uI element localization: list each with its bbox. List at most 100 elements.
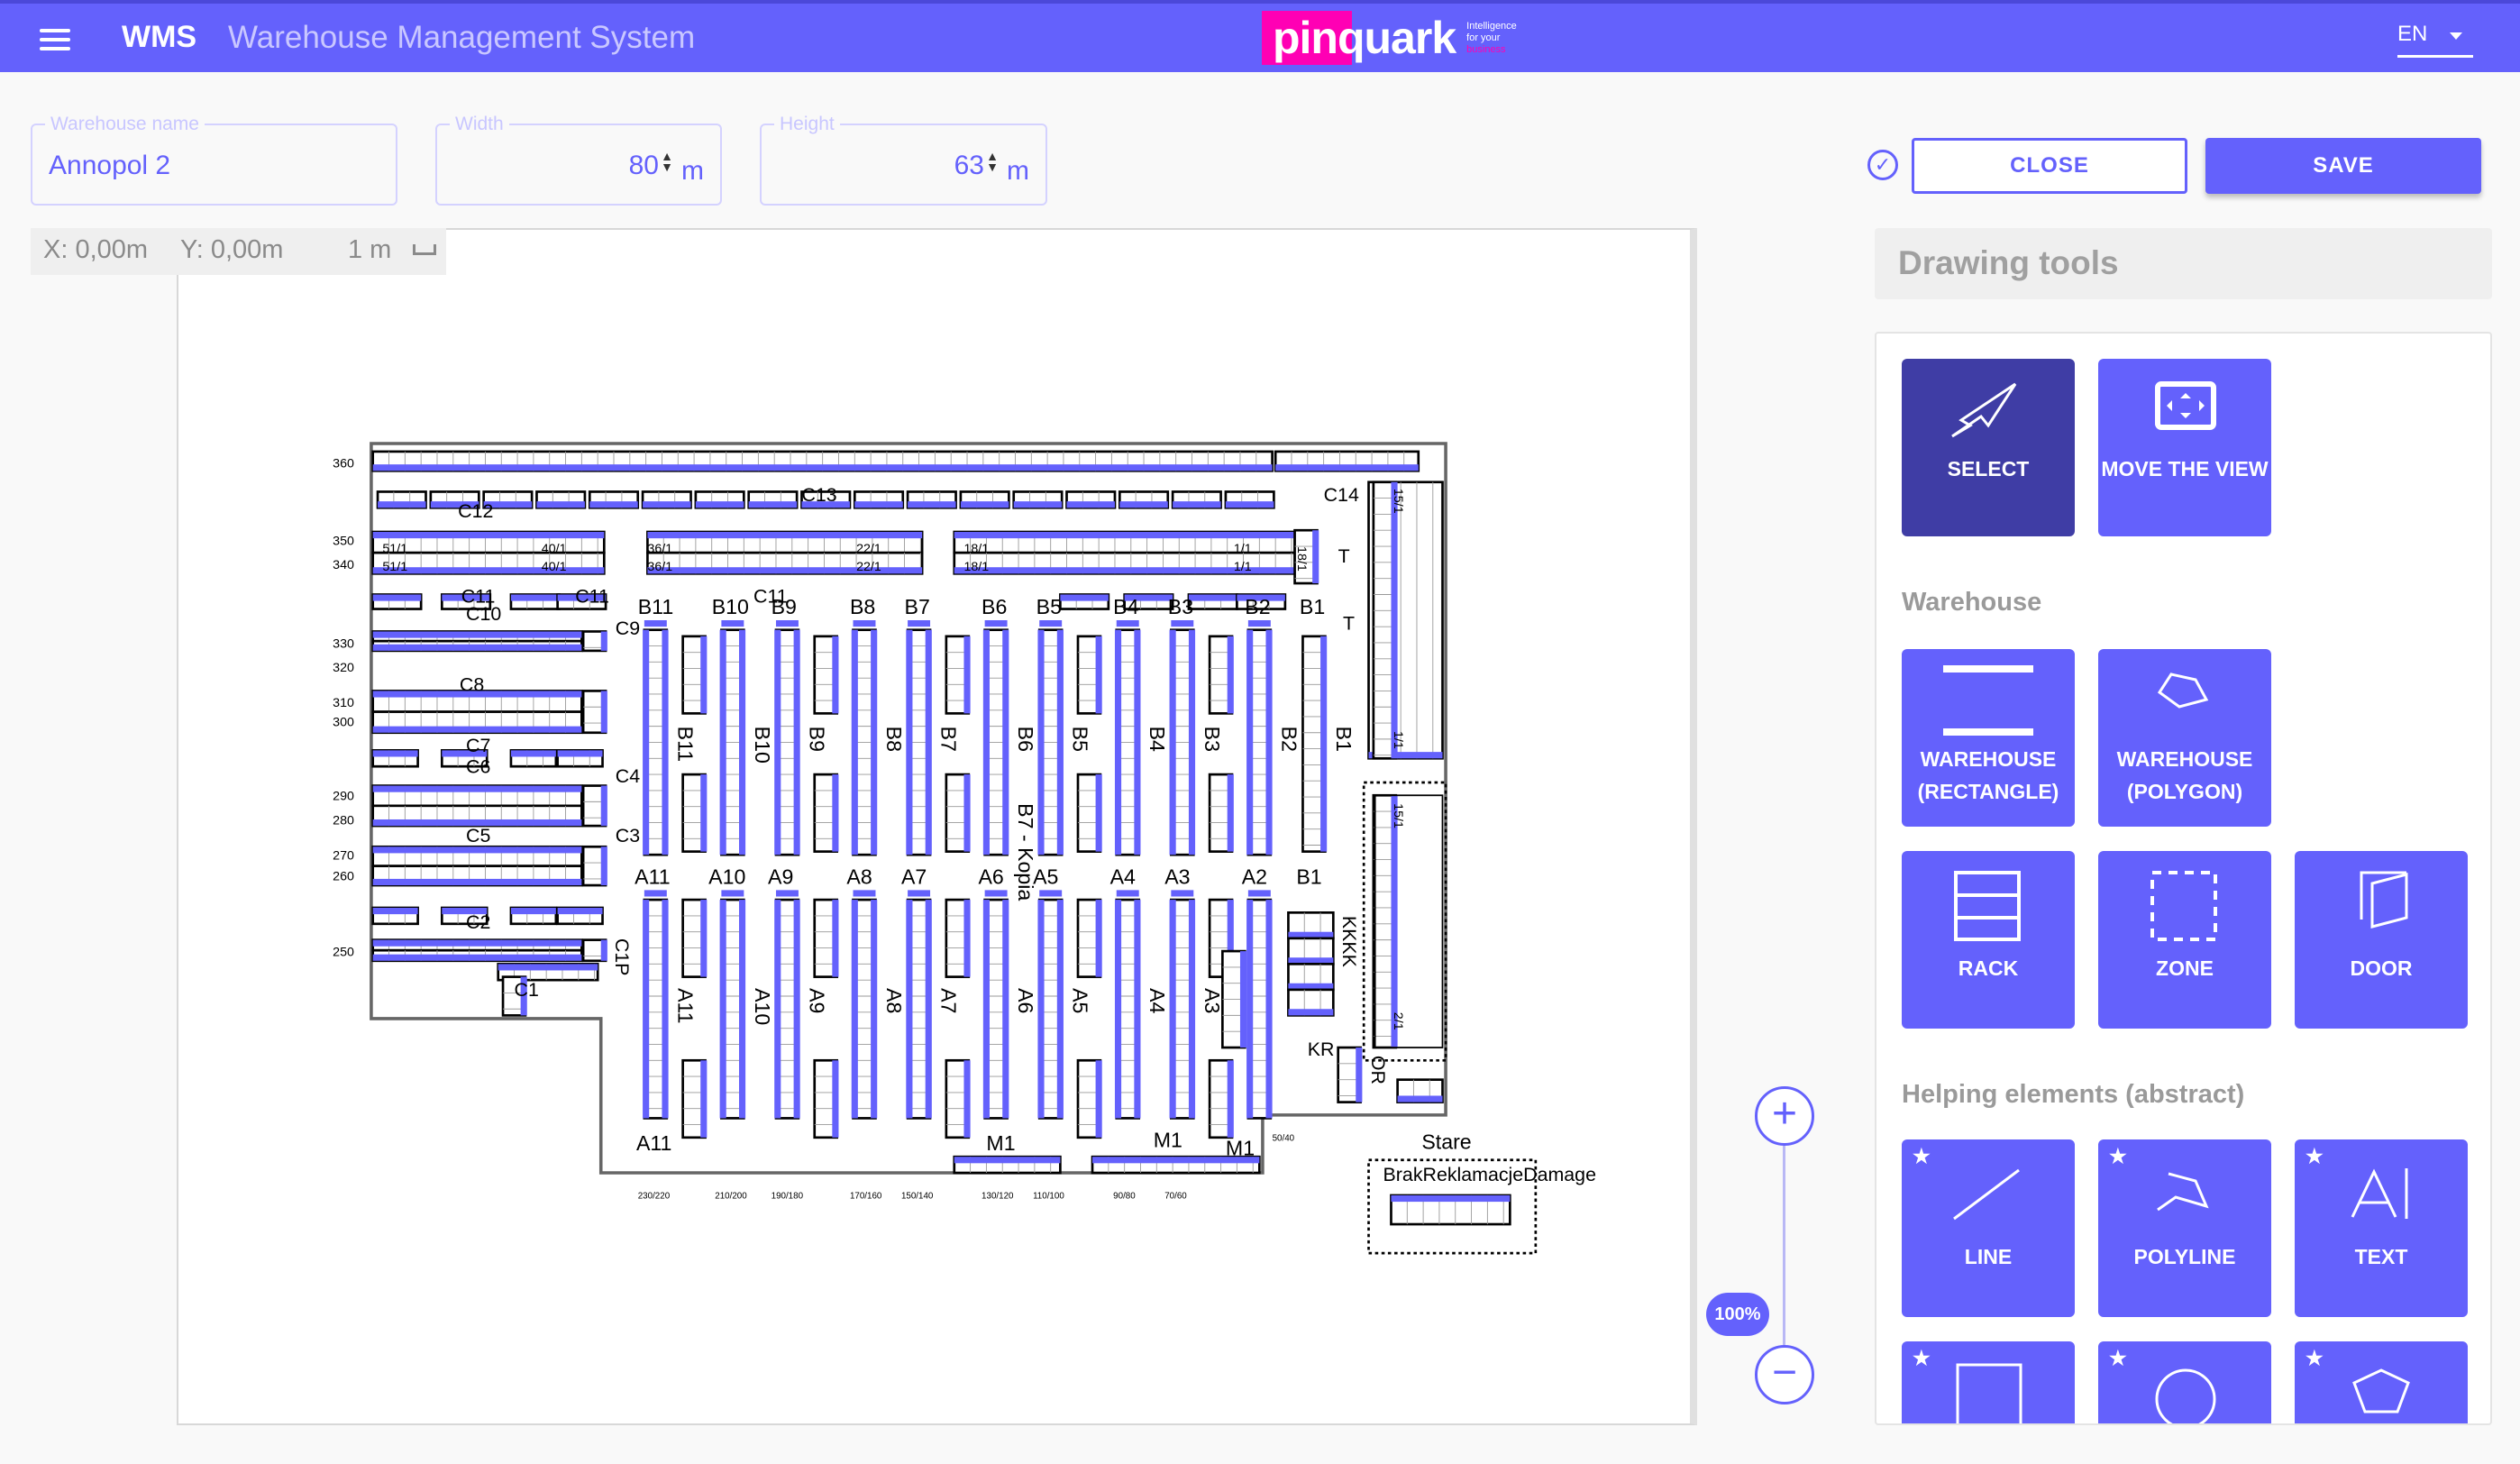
language-select[interactable]: EN [2397,22,2473,58]
rack[interactable] [959,490,1010,509]
rack[interactable] [1337,1046,1363,1103]
rack[interactable] [1076,898,1102,978]
warehouse-name-value[interactable]: Annopol 2 [49,151,170,181]
rack[interactable] [1037,620,1064,856]
rack[interactable] [945,773,971,853]
rack[interactable] [1187,593,1238,610]
zoom-out-button[interactable]: − [1755,1345,1814,1405]
rack[interactable] [813,635,839,715]
height-value[interactable]: 63 [954,151,984,181]
zoom-in-button[interactable]: + [1755,1086,1814,1146]
rack[interactable] [371,551,606,575]
text-tool-button[interactable]: ★ TEXT [2295,1139,2468,1317]
rack[interactable] [641,490,692,509]
rack[interactable] [982,890,1009,1120]
rack[interactable] [1224,490,1275,509]
rack[interactable] [1118,490,1170,509]
warehouse-polygon-tool-button[interactable]: WAREHOUSE (POLYGON) [2098,649,2271,827]
rack[interactable] [581,845,607,887]
rack[interactable] [1246,620,1273,856]
rack[interactable] [1372,480,1398,760]
rack[interactable] [945,1058,971,1139]
rack[interactable] [1065,490,1117,509]
drawing-canvas[interactable]: 360 350 340 330 320 310 300 290 280 270 260 250 230/… [177,228,1697,1425]
rack[interactable] [1287,937,1335,965]
rack[interactable] [851,890,878,1120]
warehouse-floor-plan[interactable]: 360 350 340 330 320 310 300 290 280 270 260 250 230/… [178,230,1690,1423]
rack[interactable] [1037,890,1064,1120]
rack[interactable] [1301,635,1328,853]
rack[interactable] [1169,890,1196,1120]
save-button[interactable]: SAVE [2205,138,2481,194]
rack[interactable] [1208,773,1234,853]
rack[interactable] [1221,949,1247,1049]
rack[interactable] [813,1058,839,1139]
close-button[interactable]: CLOSE [1912,138,2187,194]
rack[interactable] [371,593,423,610]
rack[interactable] [1076,1058,1102,1139]
rack[interactable] [681,898,708,978]
rack[interactable] [1114,620,1141,856]
rack[interactable] [813,773,839,853]
rack[interactable] [1287,963,1335,992]
rack[interactable] [851,620,878,856]
rack[interactable] [581,784,607,828]
rack[interactable] [371,530,606,554]
rack[interactable] [371,710,583,735]
rack[interactable] [371,865,583,887]
rack[interactable] [371,938,583,952]
rack[interactable] [643,890,669,1120]
rack[interactable] [1274,450,1420,472]
rack[interactable] [681,1058,708,1139]
rack[interactable] [1076,635,1102,715]
zoom-level-badge[interactable]: 100% [1706,1293,1769,1336]
rack[interactable] [1287,910,1335,940]
spinner-icon[interactable]: ▲ ▼ [661,150,673,173]
rack[interactable] [581,630,607,653]
rack[interactable] [643,620,669,856]
rack[interactable] [681,635,708,715]
rack[interactable] [588,490,640,509]
rack-tool-button[interactable]: RACK [1902,851,2075,1029]
zone-tool-button[interactable]: ZONE [2098,851,2271,1029]
rack[interactable] [906,490,957,509]
rack[interactable] [1246,890,1273,1120]
rack[interactable] [371,630,583,643]
rack[interactable] [371,804,583,828]
rack[interactable] [945,898,971,978]
rack[interactable] [853,490,905,509]
rack[interactable] [1208,635,1234,715]
rack[interactable] [376,490,427,509]
rack[interactable] [371,639,583,653]
rack[interactable] [1076,773,1102,853]
rack[interactable] [535,490,587,509]
menu-icon[interactable] [40,29,70,50]
rack[interactable] [371,749,419,768]
rack[interactable] [509,906,558,926]
rack[interactable] [694,490,745,509]
rack[interactable] [813,898,839,978]
warehouse-rectangle-tool-button[interactable]: WAREHOUSE (RECTANGLE) [1902,649,2075,827]
door-tool-button[interactable]: DOOR [2295,851,2468,1029]
width-field[interactable]: Width 80 ▲ ▼ m [435,114,722,206]
spinner-icon[interactable]: ▲ ▼ [986,150,999,173]
polyline-tool-button[interactable]: ★ POLYLINE [2098,1139,2271,1317]
rack[interactable] [371,845,583,867]
rack[interactable] [371,948,583,963]
rack[interactable] [906,620,932,856]
pentagon-tool-button[interactable]: ★ [2295,1341,2468,1423]
move-view-tool-button[interactable]: MOVE THE VIEW [2098,359,2271,536]
rack[interactable] [747,490,799,509]
rack[interactable] [371,906,419,926]
rack[interactable] [1171,490,1222,509]
rack[interactable] [509,749,558,768]
rack[interactable] [371,784,583,808]
rack[interactable] [371,450,1274,472]
warehouse-name-field[interactable]: Warehouse name Annopol 2 [31,114,397,206]
square-tool-button[interactable]: ★ [1902,1341,2075,1423]
zoom-slider-track[interactable] [1783,1146,1785,1345]
rack[interactable] [774,890,800,1120]
rack[interactable] [581,938,607,963]
rack[interactable] [774,620,800,856]
rack[interactable] [719,890,746,1120]
